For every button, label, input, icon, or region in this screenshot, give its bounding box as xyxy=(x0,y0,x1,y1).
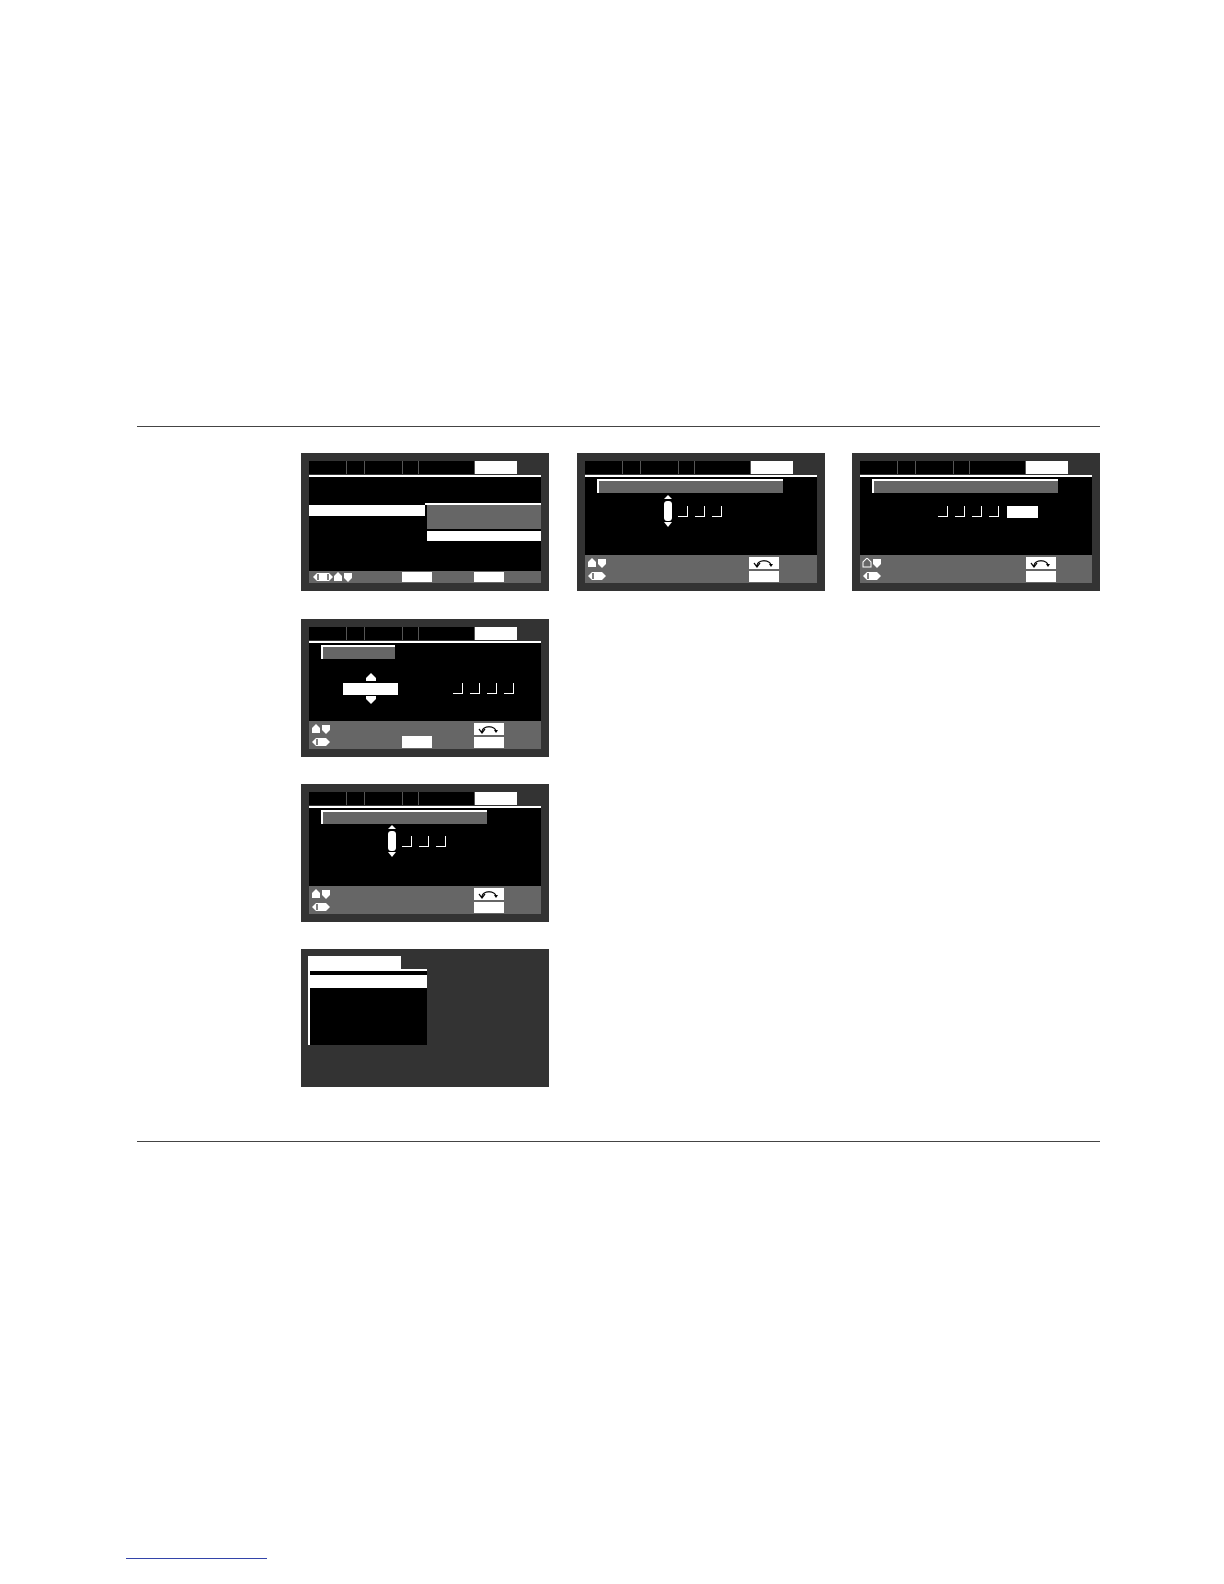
tab-2[interactable] xyxy=(347,792,365,805)
tab-4[interactable] xyxy=(403,627,419,640)
code-digit-2[interactable] xyxy=(678,506,688,517)
menu-item-selected[interactable] xyxy=(309,505,425,516)
tab-selected[interactable] xyxy=(475,792,517,805)
bottom-rule xyxy=(137,1141,1100,1142)
tab-bar xyxy=(309,627,541,640)
title-bar xyxy=(874,481,1058,493)
guide-bar xyxy=(860,555,1092,583)
up-down-arrow-icon xyxy=(311,889,331,899)
up-arrow-icon[interactable] xyxy=(366,673,376,681)
tab-4[interactable] xyxy=(954,461,970,474)
tab-3[interactable] xyxy=(365,792,403,805)
return-label-box[interactable] xyxy=(749,571,779,582)
return-arrow-icon xyxy=(478,724,500,734)
tab-5[interactable] xyxy=(419,792,475,805)
tab-5[interactable] xyxy=(419,627,475,640)
code-digit-4[interactable] xyxy=(436,836,446,847)
tab-bar xyxy=(585,461,817,474)
up-down-spinner-icon[interactable] xyxy=(663,495,673,527)
code-digit-3[interactable] xyxy=(487,683,497,694)
tab-5[interactable] xyxy=(419,461,475,474)
guide-bar xyxy=(585,555,817,583)
code-digit-2[interactable] xyxy=(402,836,412,847)
up-down-arrow-icon xyxy=(311,724,331,734)
tab-4[interactable] xyxy=(679,461,695,474)
down-arrow-icon[interactable] xyxy=(366,696,376,704)
code-digit-3[interactable] xyxy=(695,506,705,517)
tab-selected[interactable] xyxy=(475,461,517,474)
left-right-arrow-icon xyxy=(862,571,882,581)
tab-selected[interactable] xyxy=(751,461,793,474)
code-digit-3[interactable] xyxy=(972,506,982,517)
tab-3[interactable] xyxy=(365,461,403,474)
tab-2[interactable] xyxy=(347,627,365,640)
list-header-tab[interactable] xyxy=(308,956,401,969)
tab-selected[interactable] xyxy=(475,627,517,640)
submenu-item[interactable] xyxy=(427,531,541,541)
title-bar xyxy=(599,481,783,493)
list-item-selected[interactable] xyxy=(310,975,427,988)
left-right-arrow-icon xyxy=(311,902,331,912)
tab-1[interactable] xyxy=(309,461,347,474)
left-right-arrow-icon xyxy=(587,571,607,581)
submenu-item-highlight[interactable] xyxy=(427,505,541,529)
guide-button[interactable] xyxy=(402,736,432,748)
up-down-arrow-icon xyxy=(862,558,882,568)
setting-screen xyxy=(301,619,549,757)
list-left-border xyxy=(308,971,310,1045)
tab-1[interactable] xyxy=(585,461,623,474)
up-down-arrow-icon xyxy=(587,558,607,568)
enter-button[interactable] xyxy=(1007,506,1038,518)
code-entry-screen-b xyxy=(852,453,1100,591)
tab-1[interactable] xyxy=(309,627,347,640)
code-digit-1[interactable] xyxy=(453,683,463,694)
code-digit-3[interactable] xyxy=(419,836,429,847)
list-top-border xyxy=(308,969,427,971)
guide-button-1[interactable] xyxy=(402,572,432,582)
tab-5[interactable] xyxy=(970,461,1026,474)
tab-2[interactable] xyxy=(898,461,916,474)
footer-link[interactable] xyxy=(126,1558,267,1559)
return-arrow-icon xyxy=(1030,558,1052,568)
return-label-box[interactable] xyxy=(1026,571,1056,582)
code-digit-4[interactable] xyxy=(504,683,514,694)
title-bar xyxy=(323,647,395,659)
tab-4[interactable] xyxy=(403,461,419,474)
tab-2[interactable] xyxy=(623,461,641,474)
tab-2[interactable] xyxy=(347,461,365,474)
left-right-arrow-icon xyxy=(312,572,334,582)
menu-screen xyxy=(301,453,549,591)
code-digit-2[interactable] xyxy=(955,506,965,517)
tab-1[interactable] xyxy=(309,792,347,805)
tab-5[interactable] xyxy=(695,461,751,474)
return-arrow-icon xyxy=(753,558,775,568)
left-right-arrow-icon xyxy=(311,737,331,747)
tab-3[interactable] xyxy=(916,461,954,474)
code-digit-4[interactable] xyxy=(989,506,999,517)
code-digit-4[interactable] xyxy=(712,506,722,517)
up-down-arrow-icon xyxy=(333,572,353,582)
tab-bar xyxy=(860,461,1092,474)
return-label-box[interactable] xyxy=(474,737,504,748)
tab-3[interactable] xyxy=(365,627,403,640)
tab-1[interactable] xyxy=(860,461,898,474)
title-bar xyxy=(323,812,487,824)
tab-4[interactable] xyxy=(403,792,419,805)
tab-selected[interactable] xyxy=(1026,461,1068,474)
guide-button-2[interactable] xyxy=(474,572,504,582)
guide-bar xyxy=(309,886,541,914)
list-screen xyxy=(301,949,549,1087)
code-digit-2[interactable] xyxy=(470,683,480,694)
code-entry-screen-c xyxy=(301,784,549,922)
top-rule xyxy=(137,426,1100,427)
value-selector[interactable] xyxy=(343,683,398,695)
return-arrow-icon xyxy=(478,889,500,899)
return-label-box[interactable] xyxy=(474,902,504,913)
tab-3[interactable] xyxy=(641,461,679,474)
code-entry-screen-a xyxy=(577,453,825,591)
tab-bar xyxy=(309,792,541,805)
code-digit-1[interactable] xyxy=(938,506,948,517)
up-down-spinner-icon[interactable] xyxy=(387,825,397,857)
tab-bar xyxy=(309,461,541,474)
